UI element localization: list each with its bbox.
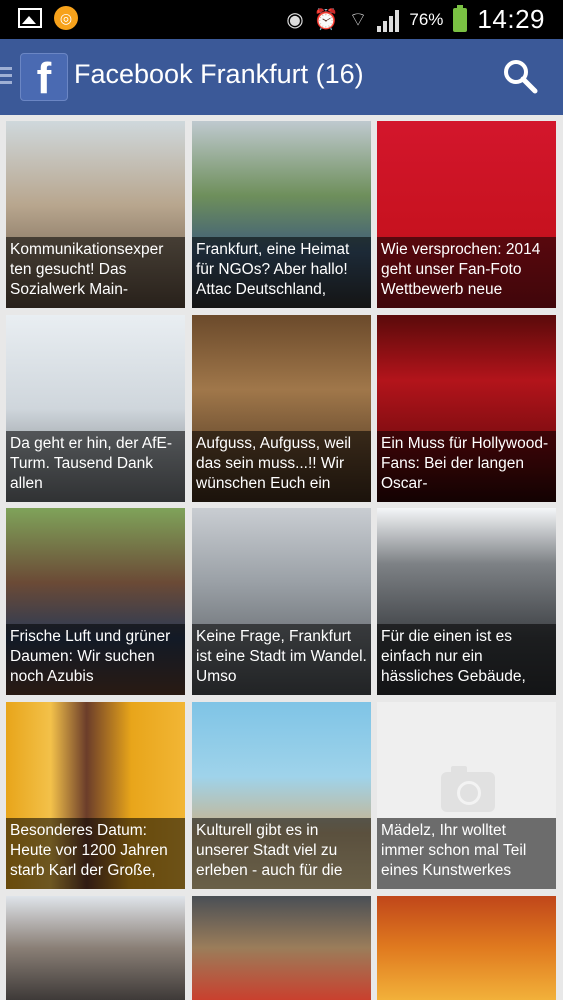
post-caption: Kommunikationsexper ten gesucht! Das Soz…: [6, 237, 185, 308]
post-image: [192, 896, 371, 1000]
facebook-logo-icon[interactable]: f: [20, 53, 68, 103]
post-caption: Aufguss, Aufguss, weil das sein muss...!…: [192, 431, 371, 502]
post-caption: Frankfurt, eine Heimat für NGOs? Aber ha…: [192, 237, 371, 308]
post-tile[interactable]: [192, 896, 371, 1000]
post-image: [6, 896, 185, 1000]
post-tile[interactable]: Mädelz, Ihr wolltet immer schon mal Teil…: [377, 702, 556, 889]
post-tile[interactable]: Ein Muss für Hollywood-Fans: Bei der lan…: [377, 315, 556, 502]
post-tile[interactable]: Kulturell gibt es in unserer Stadt viel …: [192, 702, 371, 889]
battery-icon: [453, 4, 468, 32]
signal-icon: [377, 8, 400, 32]
app-notification-icon: ◎: [54, 6, 78, 30]
clock: 14:29: [477, 4, 545, 34]
post-caption: Wie versprochen: 2014 geht unser Fan-Fot…: [377, 237, 556, 308]
post-tile[interactable]: Wie versprochen: 2014 geht unser Fan-Fot…: [377, 121, 556, 308]
search-icon[interactable]: [501, 57, 539, 95]
post-tile[interactable]: [377, 896, 556, 1000]
gallery-notification-icon: [18, 8, 42, 28]
post-tile[interactable]: Besonderes Datum: Heute vor 1200 Jahren …: [6, 702, 185, 889]
camera-placeholder-icon: [441, 766, 495, 812]
post-caption: Mädelz, Ihr wolltet immer schon mal Teil…: [377, 818, 556, 889]
post-tile[interactable]: Aufguss, Aufguss, weil das sein muss...!…: [192, 315, 371, 502]
post-tile[interactable]: Kommunikationsexper ten gesucht! Das Soz…: [6, 121, 185, 308]
action-bar: f Facebook Frankfurt (16): [0, 39, 563, 115]
post-tile[interactable]: Frische Luft und grüner Daumen: Wir such…: [6, 508, 185, 695]
eye-icon: ◉: [286, 9, 304, 31]
post-tile[interactable]: [6, 896, 185, 1000]
page-title: Facebook Frankfurt (16): [74, 59, 364, 89]
post-caption: Frische Luft und grüner Daumen: Wir such…: [6, 624, 185, 695]
post-tile[interactable]: Frankfurt, eine Heimat für NGOs? Aber ha…: [192, 121, 371, 308]
post-caption: Ein Muss für Hollywood-Fans: Bei der lan…: [377, 431, 556, 502]
alarm-icon: ⏰: [313, 9, 339, 31]
post-caption: Kulturell gibt es in unserer Stadt viel …: [192, 818, 371, 889]
drawer-menu-icon[interactable]: [0, 67, 12, 88]
status-bar: ◎ ◉ ⏰ ⌔ 76% 14:29: [0, 0, 563, 39]
battery-percent: 76%: [409, 9, 444, 29]
post-caption: Da geht er hin, der AfE-Turm. Tausend Da…: [6, 431, 185, 502]
post-tile[interactable]: Da geht er hin, der AfE-Turm. Tausend Da…: [6, 315, 185, 502]
wifi-icon: ⌔: [348, 9, 368, 31]
post-caption: Keine Frage, Frankfurt ist eine Stadt im…: [192, 624, 371, 695]
post-caption: Besonderes Datum: Heute vor 1200 Jahren …: [6, 818, 185, 889]
post-image: [377, 896, 556, 1000]
post-tile[interactable]: Für die einen ist es einfach nur ein häs…: [377, 508, 556, 695]
post-tile[interactable]: Keine Frage, Frankfurt ist eine Stadt im…: [192, 508, 371, 695]
post-caption: Für die einen ist es einfach nur ein häs…: [377, 624, 556, 695]
